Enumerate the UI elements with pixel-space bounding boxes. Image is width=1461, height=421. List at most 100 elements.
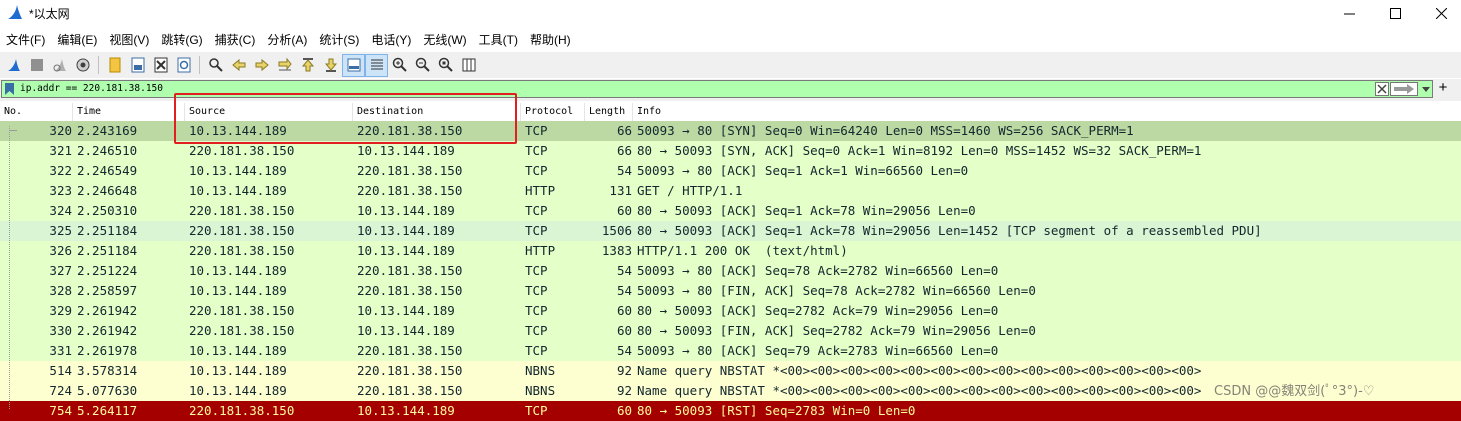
open-file-button[interactable] [104, 55, 125, 76]
menu-analyze[interactable]: 分析(A) [261, 30, 313, 50]
packet-source: 220.181.38.150 [189, 403, 295, 418]
packet-info: 50093 → 80 [SYN] Seq=0 Win=64240 Len=0 M… [637, 123, 1134, 138]
packet-destination: 10.13.144.189 [357, 223, 455, 238]
clear-filter-icon[interactable] [1375, 82, 1389, 96]
add-filter-button-icon[interactable]: + [1436, 80, 1450, 95]
go-forward-button[interactable] [251, 55, 272, 76]
packet-row[interactable]: 323 2.246648 10.13.144.189 220.181.38.150 HT… [0, 181, 1461, 201]
packet-time: 2.246648 [77, 183, 138, 198]
colorize-icon [370, 59, 383, 70]
zoom-out-button[interactable] [412, 55, 433, 76]
packet-destination: 220.181.38.150 [357, 383, 463, 398]
window-title: *以太网 [29, 7, 70, 21]
packet-length: 1383 [601, 243, 632, 258]
go-to-packet-button[interactable] [274, 55, 295, 76]
packet-protocol: NBNS [525, 363, 556, 378]
start-capture-button[interactable] [3, 55, 24, 76]
packet-destination: 10.13.144.189 [357, 143, 455, 158]
packet-time: 2.246549 [77, 163, 138, 178]
packet-time: 5.077630 [77, 383, 138, 398]
menu-statistics[interactable]: 统计(S) [313, 30, 365, 50]
conversation-tree-line [9, 126, 11, 409]
menu-telephony[interactable]: 电话(Y) [365, 30, 417, 50]
packet-destination: 220.181.38.150 [357, 183, 463, 198]
resize-columns-icon [462, 58, 475, 72]
menu-wireless[interactable]: 无线(W) [417, 30, 472, 50]
zoom-in-button[interactable] [389, 55, 410, 76]
title-bar: *以太网 [0, 0, 1461, 26]
column-header-info[interactable]: Info [633, 103, 1461, 121]
save-file-button[interactable] [127, 55, 148, 76]
packet-length: 66 [616, 123, 632, 138]
packet-row[interactable]: 325 2.251184 220.181.38.150 10.13.144.189 TC… [0, 221, 1461, 241]
packet-row[interactable]: 321 2.246510 220.181.38.150 10.13.144.189 TC… [0, 141, 1461, 161]
capture-options-icon [76, 58, 89, 72]
column-header-time[interactable]: Time [73, 103, 185, 121]
menu-view[interactable]: 视图(V) [103, 30, 155, 50]
packet-source: 220.181.38.150 [189, 223, 295, 238]
close-file-button[interactable] [150, 55, 171, 76]
zoom-normal-button[interactable] [435, 55, 456, 76]
menu-go[interactable]: 跳转(G) [155, 30, 208, 50]
packet-row[interactable]: 331 2.261978 10.13.144.189 220.181.38.150 TC… [0, 341, 1461, 361]
column-header-protocol[interactable]: Protocol [521, 103, 585, 121]
packet-info: 80 → 50093 [ACK] Seq=1 Ack=78 Win=29056 … [637, 223, 1262, 238]
packet-length: 60 [616, 323, 632, 338]
packet-source: 10.13.144.189 [189, 343, 287, 358]
column-header-no[interactable]: No. [0, 103, 73, 121]
packet-time: 2.246510 [77, 143, 138, 158]
packet-list: 320 2.243169 10.13.144.189 220.181.38.150 TC… [0, 121, 1461, 421]
restart-capture-icon [53, 59, 66, 72]
go-back-button[interactable] [228, 55, 249, 76]
menu-help[interactable]: 帮助(H) [524, 30, 577, 50]
packet-info: 80 → 50093 [SYN, ACK] Seq=0 Ack=1 Win=81… [637, 143, 1202, 158]
column-header-length[interactable]: Length [585, 103, 633, 121]
packet-protocol: HTTP [525, 183, 556, 198]
reload-file-button[interactable] [173, 55, 194, 76]
packet-destination: 220.181.38.150 [357, 363, 463, 378]
restart-capture-button[interactable] [49, 55, 70, 76]
packet-row[interactable]: 754 5.264117 220.181.38.150 10.13.144.189 TC… [0, 401, 1461, 421]
packet-protocol: TCP [525, 163, 548, 178]
packet-time: 3.578314 [77, 363, 138, 378]
capture-options-button[interactable] [72, 55, 93, 76]
menu-edit[interactable]: 编辑(E) [51, 30, 103, 50]
packet-source: 10.13.144.189 [189, 383, 287, 398]
packet-row[interactable]: 324 2.250310 220.181.38.150 10.13.144.189 TC… [0, 201, 1461, 221]
colorize-button[interactable] [365, 53, 388, 77]
packet-row[interactable]: 514 3.578314 10.13.144.189 220.181.38.150 NB… [0, 361, 1461, 381]
shark-fin-icon [8, 5, 22, 19]
maximize-button[interactable] [1372, 0, 1418, 26]
packet-row[interactable]: 328 2.258597 10.13.144.189 220.181.38.150 TC… [0, 281, 1461, 301]
apply-filter-icon[interactable] [1390, 82, 1418, 96]
go-back-icon [231, 58, 245, 72]
menu-file[interactable]: 文件(F) [0, 30, 51, 50]
packet-source: 10.13.144.189 [189, 363, 287, 378]
bookmark-icon[interactable] [5, 83, 14, 95]
packet-protocol: TCP [525, 223, 548, 238]
go-last-packet-button[interactable] [320, 55, 341, 76]
find-packet-button[interactable] [205, 55, 226, 76]
packet-length: 1506 [601, 223, 632, 238]
resize-columns-button[interactable] [458, 55, 479, 76]
packet-info: Name query NBSTAT *<00><00><00><00><00><… [637, 363, 1202, 378]
go-first-packet-button[interactable] [297, 55, 318, 76]
stop-capture-button[interactable] [26, 55, 47, 76]
packet-length: 92 [616, 383, 632, 398]
go-to-packet-icon [278, 57, 292, 71]
packet-row[interactable]: 329 2.261942 220.181.38.150 10.13.144.189 TC… [0, 301, 1461, 321]
packet-row[interactable]: 326 2.251184 220.181.38.150 10.13.144.189 HT… [0, 241, 1461, 261]
packet-destination: 10.13.144.189 [357, 303, 455, 318]
packet-source: 220.181.38.150 [189, 143, 295, 158]
menu-tools[interactable]: 工具(T) [473, 30, 524, 50]
zoom-out-icon [415, 57, 430, 72]
menu-capture[interactable]: 捕获(C) [209, 30, 262, 50]
packet-row[interactable]: 322 2.246549 10.13.144.189 220.181.38.150 TC… [0, 161, 1461, 181]
display-filter-text[interactable]: ip.addr == 220.181.38.150 [20, 83, 163, 94]
filter-history-dropdown-icon[interactable] [1420, 82, 1432, 96]
close-button[interactable] [1418, 0, 1461, 26]
packet-row[interactable]: 330 2.261942 220.181.38.150 10.13.144.189 TC… [0, 321, 1461, 341]
packet-row[interactable]: 327 2.251224 10.13.144.189 220.181.38.150 TC… [0, 261, 1461, 281]
auto-scroll-button[interactable] [342, 53, 365, 77]
minimize-button[interactable] [1326, 0, 1372, 26]
